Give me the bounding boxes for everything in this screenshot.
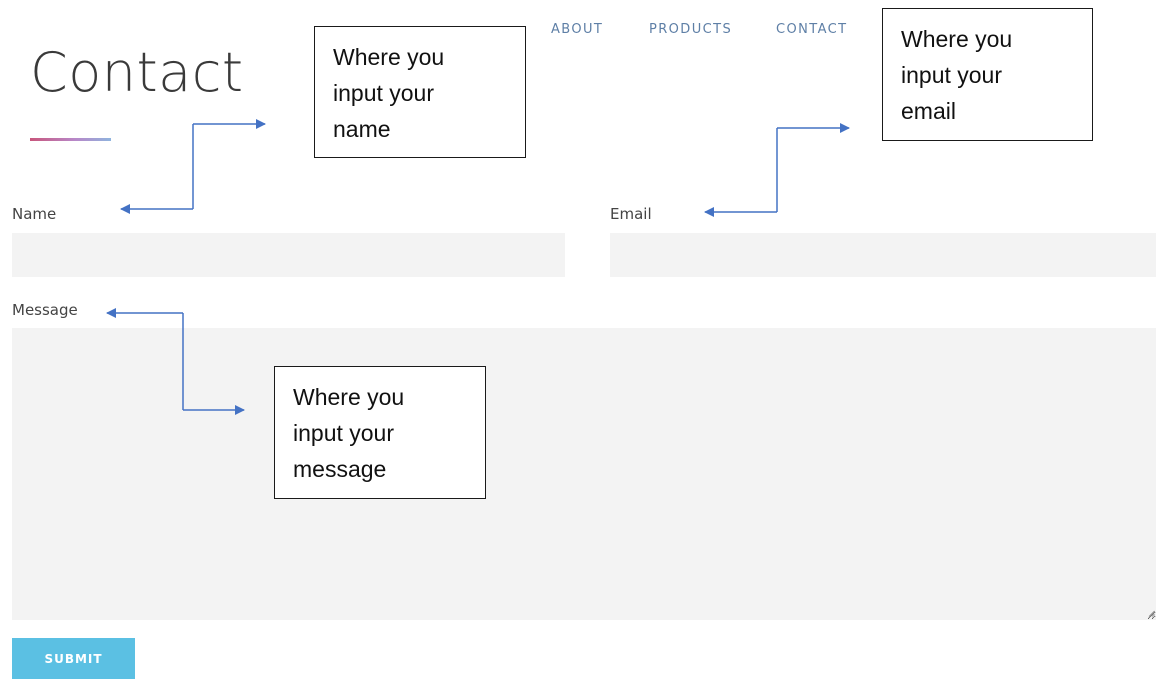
name-input[interactable] bbox=[12, 233, 565, 277]
nav-link-products[interactable]: PRODUCTS bbox=[649, 22, 732, 37]
email-label: Email bbox=[610, 205, 652, 223]
message-label: Message bbox=[12, 301, 78, 319]
page-title: Contact bbox=[30, 41, 244, 104]
name-callout-box: Where you input your name bbox=[314, 26, 526, 158]
name-label: Name bbox=[12, 205, 57, 223]
email-input[interactable] bbox=[610, 233, 1156, 277]
resize-handle-icon[interactable] bbox=[1148, 610, 1155, 617]
nav-link-about[interactable]: ABOUT bbox=[551, 22, 603, 37]
name-annotation-arrow bbox=[120, 119, 266, 214]
email-annotation-arrow bbox=[704, 123, 850, 217]
message-callout-box: Where you input your message bbox=[274, 366, 486, 499]
nav-link-contact[interactable]: CONTACT bbox=[776, 22, 847, 37]
email-callout-box: Where you input your email bbox=[882, 8, 1093, 141]
submit-button[interactable]: SUBMIT bbox=[12, 638, 135, 679]
title-underline bbox=[30, 138, 111, 141]
message-textarea[interactable] bbox=[12, 328, 1156, 620]
